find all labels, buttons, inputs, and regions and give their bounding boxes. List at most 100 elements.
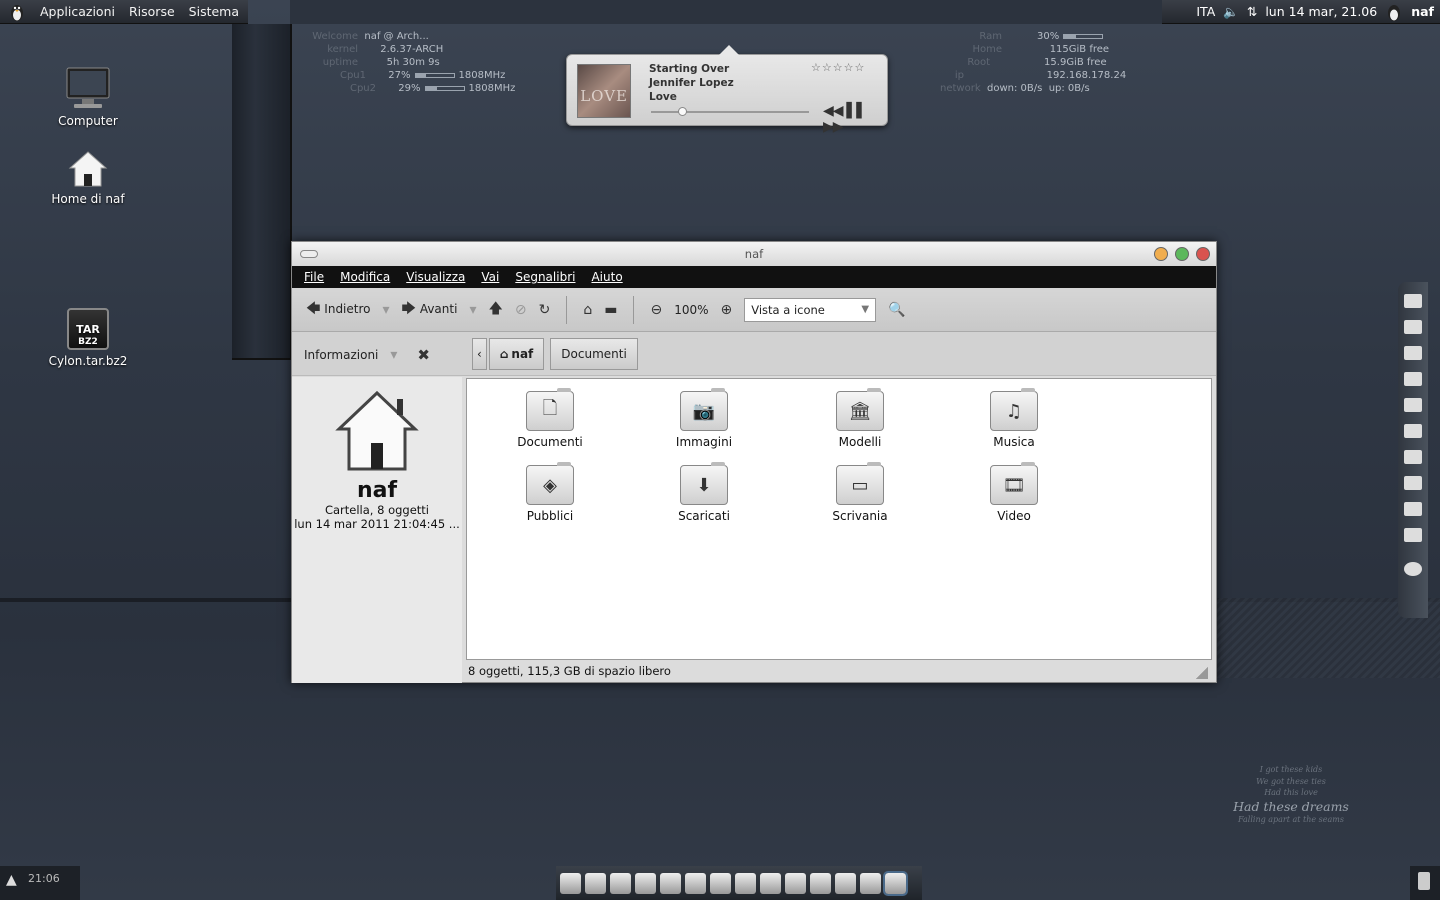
progress-handle[interactable]: [677, 107, 687, 116]
folder-item[interactable]: ▭ Scrivania: [805, 462, 915, 523]
dock-desktop-icon[interactable]: [1404, 346, 1422, 360]
breadcrumb-documenti[interactable]: Documenti: [550, 338, 638, 370]
view-mode-select[interactable]: Vista a icone ▼: [744, 297, 877, 322]
dock-launcher-icon[interactable]: [560, 872, 581, 894]
dock-document-icon[interactable]: [1404, 372, 1422, 386]
folder-item[interactable]: ◈ Pubblici: [495, 462, 605, 523]
home-button-icon[interactable]: ⌂: [583, 302, 592, 318]
breadcrumb-scroll-left[interactable]: ‹: [472, 338, 487, 370]
desktop-icon-archive[interactable]: TAR BZ2 Cylon.tar.bz2: [28, 308, 148, 368]
dock-power-icon[interactable]: [1404, 562, 1422, 576]
folder-item[interactable]: 🏛 Modelli: [805, 388, 915, 449]
bottom-tux-icon[interactable]: ▲: [6, 872, 17, 888]
dock-music-icon[interactable]: [1404, 398, 1422, 412]
right-dock: [1398, 282, 1428, 618]
zoom-out-icon[interactable]: ⊖: [650, 302, 662, 318]
minimize-button[interactable]: [1154, 247, 1168, 261]
dock-rabbit-icon[interactable]: [685, 872, 706, 894]
menu-vai[interactable]: Vai: [481, 270, 499, 284]
menu-modifica[interactable]: Modifica: [340, 270, 390, 284]
menu-risorse[interactable]: Risorse: [129, 4, 175, 19]
menu-aiuto[interactable]: Aiuto: [591, 270, 622, 284]
desktop-icon-home[interactable]: Home di naf: [28, 150, 148, 206]
forward-button[interactable]: 🡆 Avanti: [402, 298, 458, 322]
monitor-icon: [66, 67, 110, 108]
menu-applicazioni[interactable]: Applicazioni: [40, 4, 115, 19]
folder-item[interactable]: 🗋 Documenti: [495, 388, 605, 449]
next-icon[interactable]: ▶▶: [823, 119, 844, 135]
close-pane-icon[interactable]: ✖: [417, 346, 430, 364]
dock-terminal-icon[interactable]: [585, 872, 606, 894]
dock-wordpress-icon[interactable]: [710, 872, 731, 894]
stop-icon[interactable]: ⊘: [515, 302, 527, 318]
volume-icon[interactable]: 🔈: [1223, 4, 1239, 20]
up-arrow-icon[interactable]: 🡅: [488, 298, 502, 322]
maximize-button[interactable]: [1175, 247, 1189, 261]
dock-home-icon[interactable]: [1404, 320, 1422, 334]
folder-item[interactable]: 🎞 Video: [959, 462, 1069, 523]
file-manager-window: naf File Modifica Visualizza Vai Segnali…: [291, 241, 1217, 683]
menu-sistema[interactable]: Sistema: [189, 4, 239, 19]
tux-icon[interactable]: [8, 2, 26, 22]
search-icon[interactable]: 🔍: [888, 302, 905, 318]
dock-radioactive-icon[interactable]: [635, 872, 656, 894]
window-titlebar[interactable]: naf: [292, 242, 1216, 266]
bottom-clock[interactable]: 21:06: [28, 872, 60, 885]
keyboard-layout[interactable]: ITA: [1196, 4, 1215, 19]
dock-paint-icon[interactable]: [785, 872, 806, 894]
conky-home: 115GiB free: [1049, 44, 1110, 55]
reload-icon[interactable]: ↻: [539, 302, 551, 318]
rating-stars[interactable]: ☆☆☆☆☆: [811, 61, 865, 74]
dock-monitor-icon[interactable]: [860, 872, 881, 894]
conky-cpu2-freq: 1808MHz: [468, 83, 516, 94]
dock-app-icon[interactable]: [1404, 294, 1422, 308]
home-folder-icon: [335, 390, 419, 471]
folder-item[interactable]: ⬇ Scaricati: [649, 462, 759, 523]
desktop-icon-computer[interactable]: Computer: [28, 66, 148, 128]
pause-icon[interactable]: ▌▌: [846, 103, 867, 119]
resize-grip-icon[interactable]: [1196, 667, 1208, 679]
menu-segnalibri[interactable]: Segnalibri: [515, 270, 575, 284]
dock-gimp-icon[interactable]: [610, 872, 631, 894]
user-name[interactable]: naf: [1411, 4, 1434, 19]
menu-file[interactable]: File: [304, 270, 324, 284]
network-icon[interactable]: ⇅: [1247, 4, 1257, 19]
computer-button-icon[interactable]: ▬: [604, 302, 617, 318]
archive-badge-bottom: BZ2: [78, 337, 98, 347]
dock-image-icon[interactable]: [760, 872, 781, 894]
dock-download-icon[interactable]: [1404, 476, 1422, 490]
dock-building-icon[interactable]: [1404, 528, 1422, 542]
dock-camera-icon[interactable]: [1404, 424, 1422, 438]
dock-filezilla-icon[interactable]: [735, 872, 756, 894]
zoom-in-icon[interactable]: ⊕: [721, 302, 733, 318]
window-menu-button[interactable]: [300, 250, 318, 258]
clock[interactable]: lun 14 mar, 21.06: [1265, 4, 1377, 19]
forward-history-dropdown[interactable]: ▾: [469, 302, 476, 318]
folder-item[interactable]: 📷 Immagini: [649, 388, 759, 449]
back-history-dropdown[interactable]: ▾: [383, 302, 390, 318]
close-button[interactable]: [1196, 247, 1210, 261]
desktop-icon-label: Home di naf: [51, 192, 125, 206]
previous-icon[interactable]: ◀◀: [823, 103, 844, 119]
breadcrumb-naf[interactable]: ⌂ naf: [488, 338, 545, 370]
menu-visualizza[interactable]: Visualizza: [406, 270, 465, 284]
dock-film-icon[interactable]: [1404, 450, 1422, 464]
dock-public-icon[interactable]: [1404, 502, 1422, 516]
track-progress-slider[interactable]: [651, 107, 809, 116]
trash-icon[interactable]: [1418, 872, 1430, 890]
dock-bird-icon[interactable]: [660, 872, 681, 894]
back-button[interactable]: 🡄 Indietro: [306, 298, 371, 322]
zoom-level[interactable]: 100%: [674, 303, 708, 317]
folder-item[interactable]: ♫ Musica: [959, 388, 1069, 449]
side-pane-selector[interactable]: Informazioni: [304, 348, 378, 362]
arrow-right-icon: 🡆: [401, 300, 416, 317]
lyrics-line: Had this love: [1264, 788, 1318, 797]
dock-files-icon[interactable]: [883, 870, 908, 896]
dock-package-icon[interactable]: [810, 872, 831, 894]
user-avatar[interactable]: [1385, 2, 1403, 22]
toolbar: 🡄 Indietro ▾ 🡆 Avanti ▾ 🡅 ⊘ ↻ ⌂ ▬ ⊖ 100%…: [292, 288, 1216, 332]
conky-root: 15.9GiB free: [1044, 57, 1107, 68]
side-pane-chevron-icon[interactable]: ▾: [390, 347, 397, 363]
dock-disc-icon[interactable]: [835, 872, 856, 894]
conky-system-right: Ram 30% Home 115GiB free Root 15.9GiB fr…: [940, 30, 1126, 95]
